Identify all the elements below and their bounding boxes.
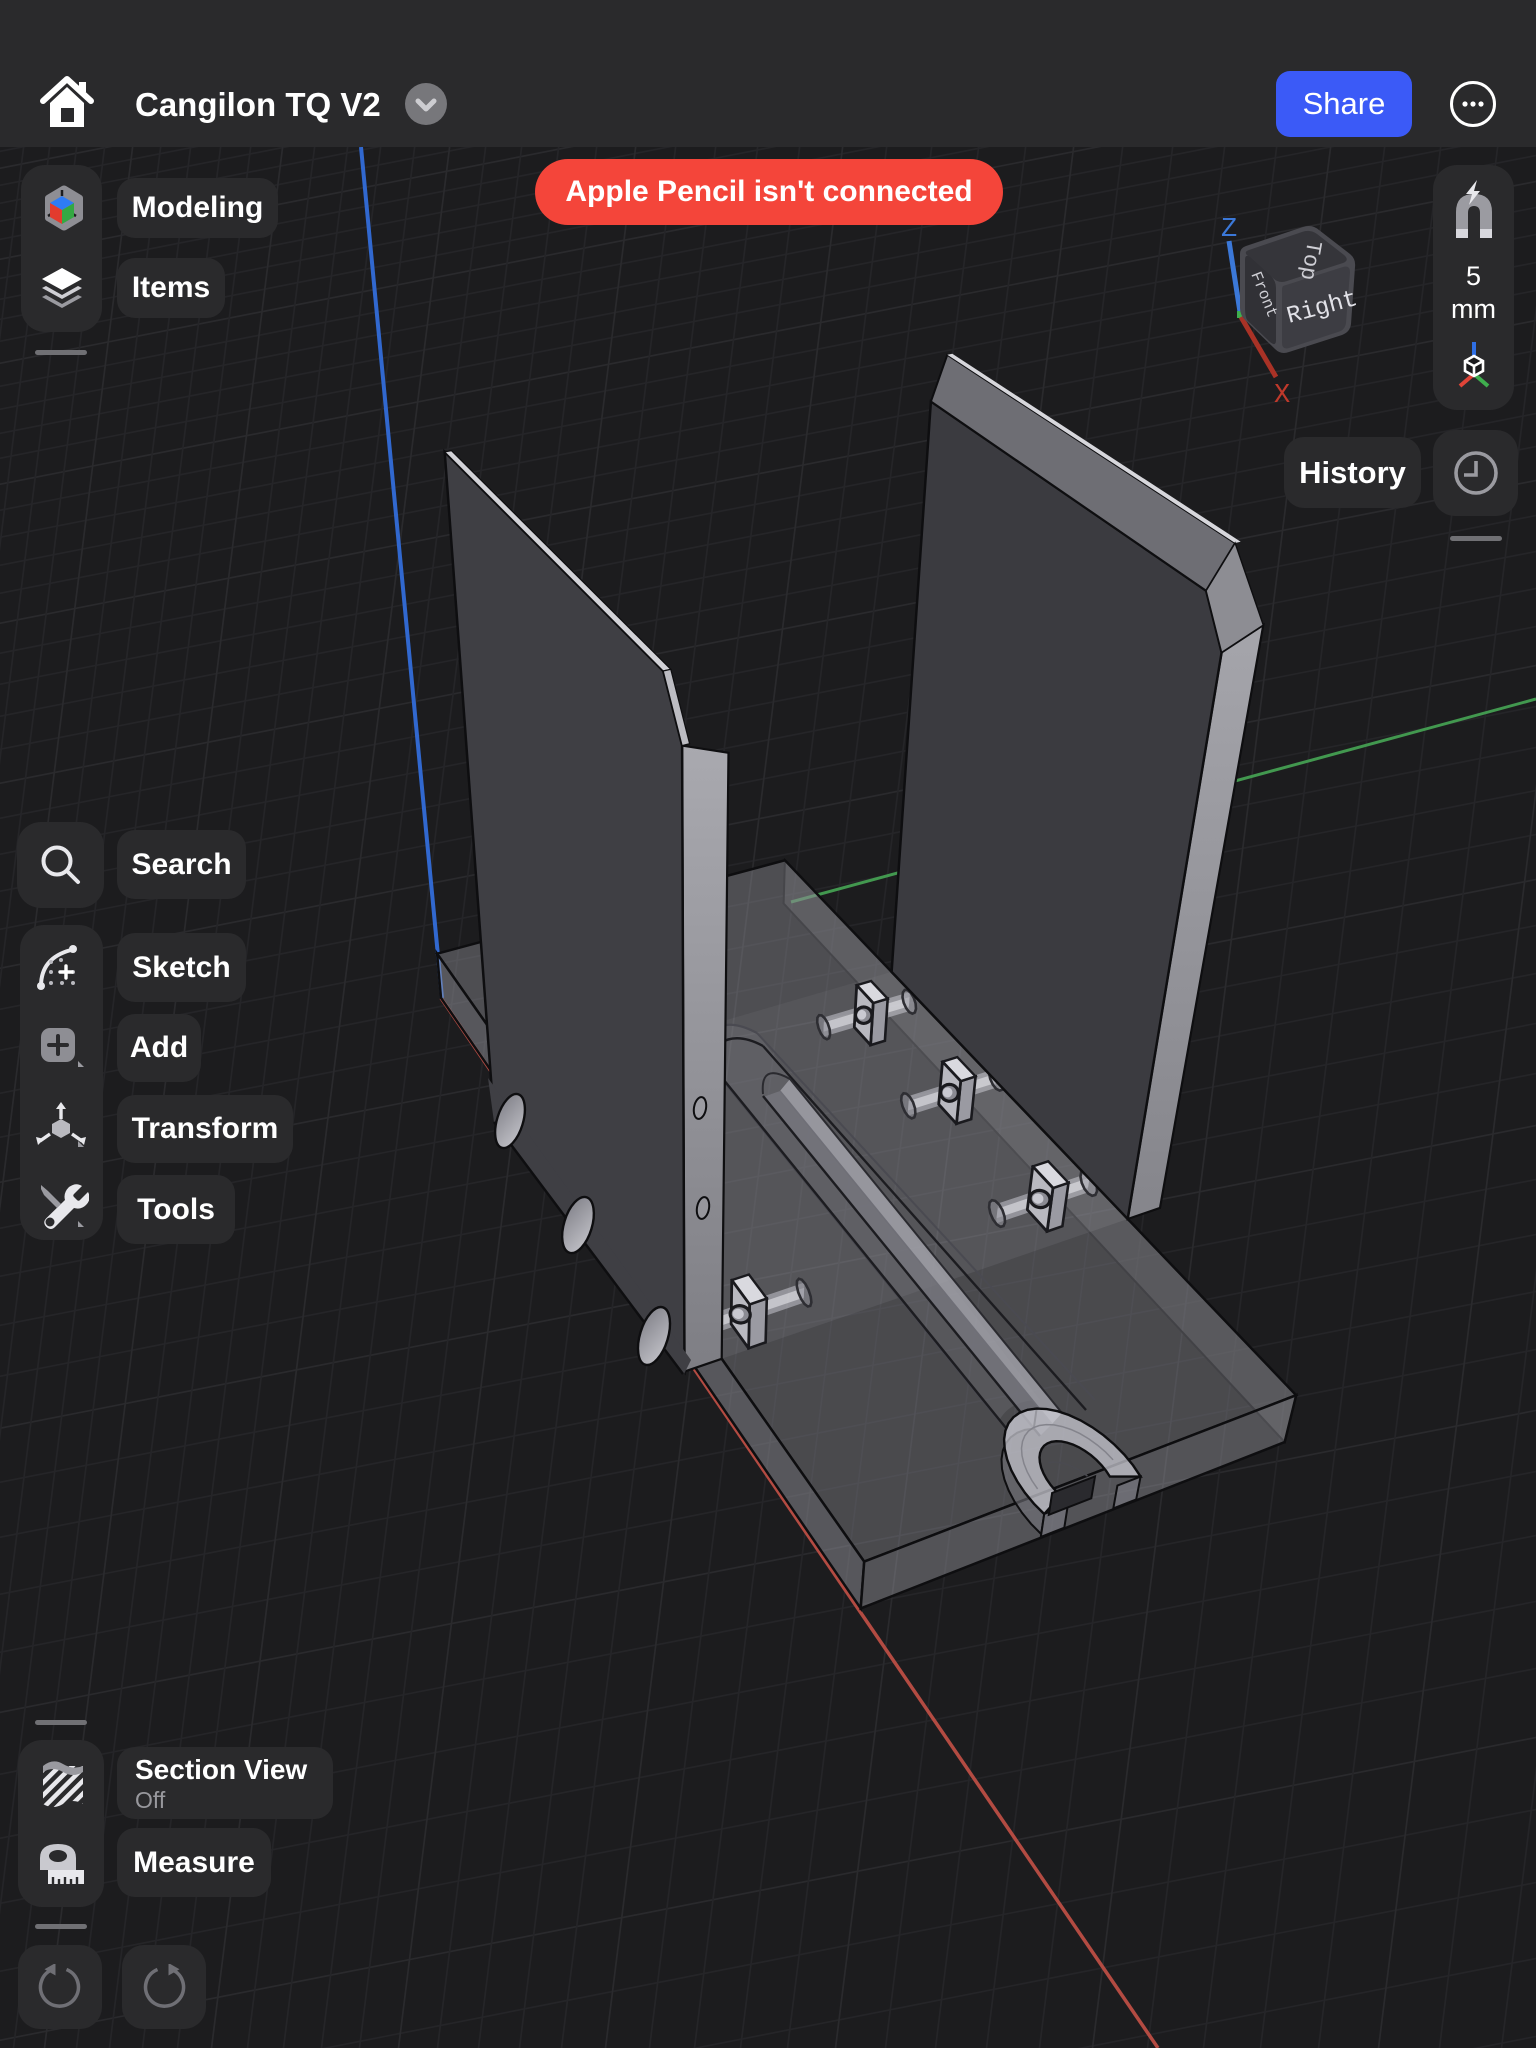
svg-text:Z: Z [1221, 215, 1237, 245]
svg-text:X: X [1274, 381, 1290, 411]
